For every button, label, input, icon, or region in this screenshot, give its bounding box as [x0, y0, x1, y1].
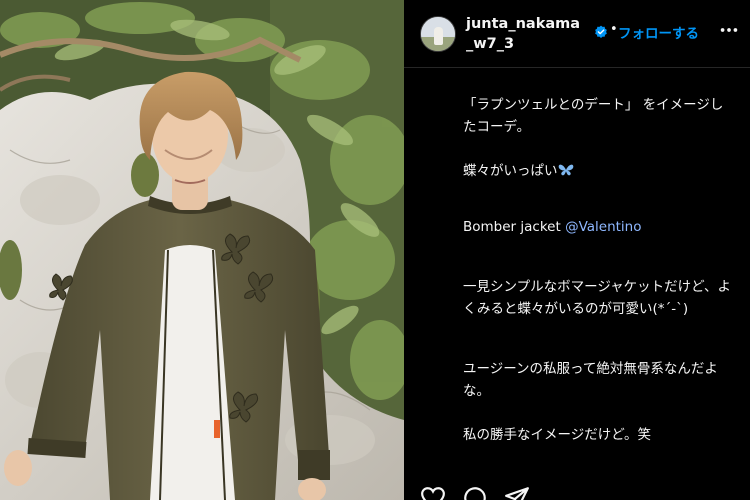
post-photo-image — [0, 0, 404, 500]
post-header: junta_nakama_w7_3 • フォローする — [404, 0, 750, 68]
post-caption: 「ラプンツェルとのデート」 をイメージしたコーデ。 蝶々がいっぱい Bomber… — [463, 94, 733, 446]
username-link[interactable]: junta_nakama_w7_3 — [466, 14, 584, 54]
butterfly-emoji-icon — [558, 164, 573, 176]
share-icon[interactable] — [504, 485, 530, 500]
caption-bomber-text: Bomber jacket — [463, 219, 566, 235]
caption-line-1: 「ラプンツェルとのデート」 をイメージしたコーデ。 — [463, 97, 724, 135]
caption-line-2-text: 蝶々がいっぱい — [463, 163, 558, 179]
heart-icon[interactable] — [420, 485, 446, 500]
verified-badge-icon — [595, 25, 607, 38]
caption-paragraph-5: 私の勝手なイメージだけど。笑 — [463, 427, 652, 443]
more-options-icon[interactable] — [718, 19, 740, 41]
caption-bomber-line: Bomber jacket @Valentino — [463, 216, 733, 238]
caption-paragraph-4: ユージーンの私服って絶対無骨系なんだよな。 — [463, 361, 718, 399]
caption-line-2: 蝶々がいっぱい — [463, 160, 733, 182]
valentino-mention-link[interactable]: @Valentino — [565, 219, 641, 235]
post-details-panel: junta_nakama_w7_3 • フォローする 「ラプンツェルとのデート」… — [404, 0, 750, 500]
follow-button[interactable]: フォローする — [618, 22, 699, 42]
post-photo[interactable] — [0, 0, 404, 500]
caption-paragraph-3: 一見シンプルなボマージャケットだけど、よくみると蝶々がいるのが可愛い(*´-`) — [463, 279, 731, 317]
separator-dot: • — [610, 22, 618, 37]
post-actions-bar — [404, 480, 750, 500]
comment-icon[interactable] — [462, 485, 488, 500]
avatar[interactable] — [420, 16, 456, 52]
